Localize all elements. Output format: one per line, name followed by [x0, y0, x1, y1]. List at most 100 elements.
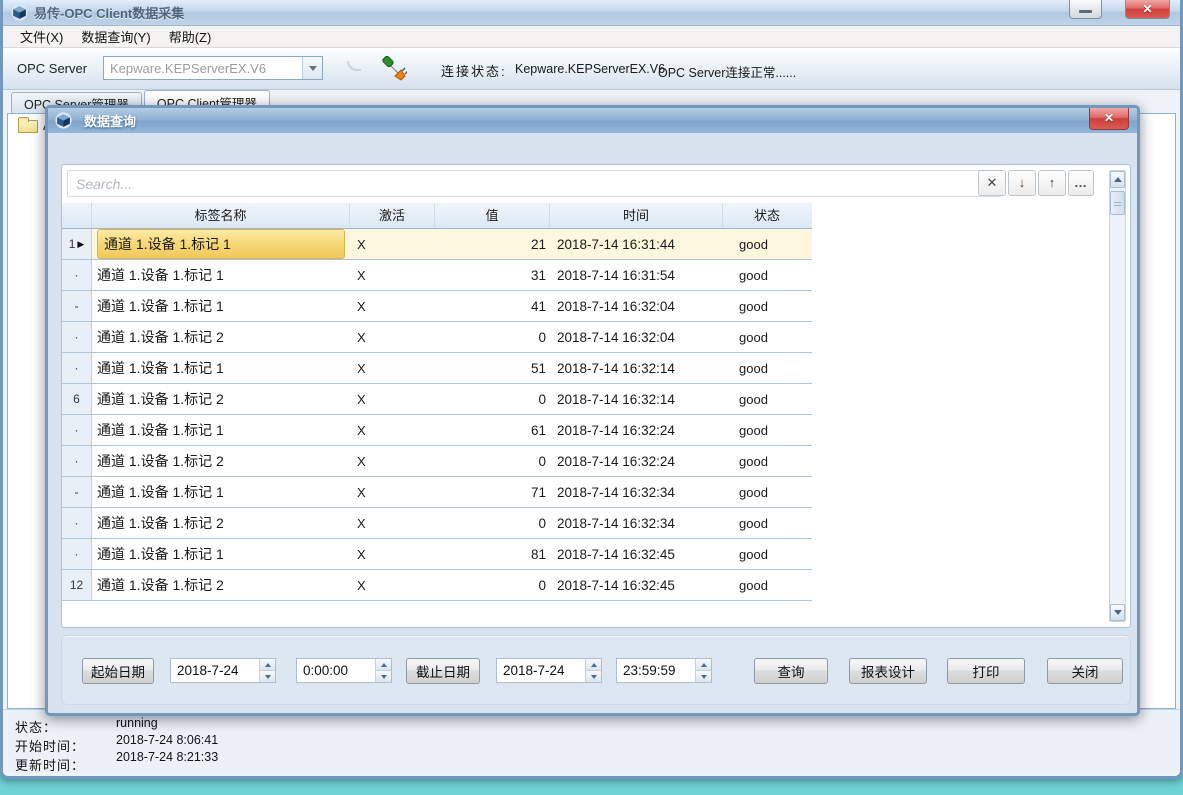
spinner-down-button[interactable]: [586, 671, 601, 682]
start-time-value: 0:00:00: [297, 659, 375, 682]
table-row[interactable]: ·通道 1.设备 1.标记 1X612018-7-14 16:32:24good: [62, 415, 812, 446]
table-row[interactable]: ·通道 1.设备 1.标记 2X02018-7-14 16:32:34good: [62, 508, 812, 539]
dialog-titlebar: 数据查询 ✕: [48, 108, 1137, 133]
query-button[interactable]: 查询: [754, 658, 828, 684]
table-row[interactable]: ·通道 1.设备 1.标记 2X02018-7-14 16:32:24good: [62, 446, 812, 477]
scrollbar-thumb[interactable]: [1110, 191, 1125, 215]
table-row[interactable]: 12通道 1.设备 1.标记 2X02018-7-14 16:32:45good: [62, 570, 812, 601]
spinner-up-button[interactable]: [376, 659, 391, 671]
minimize-button[interactable]: [1069, 0, 1102, 19]
tag-name-cell: 通道 1.设备 1.标记 1: [92, 420, 350, 440]
more-button[interactable]: …: [1068, 170, 1094, 196]
desktop: 易传-OPC Client数据采集 ✕ 文件(X) 数据查询(Y) 帮助(Z) …: [0, 0, 1183, 795]
search-input[interactable]: [67, 170, 1002, 197]
menu-file[interactable]: 文件(X): [11, 25, 72, 48]
end-date-button[interactable]: 截止日期: [406, 658, 480, 684]
move-up-button[interactable]: ↑: [1038, 170, 1066, 196]
row-number-cell: ·: [62, 260, 92, 290]
table-row[interactable]: ·通道 1.设备 1.标记 2X02018-7-14 16:32:04good: [62, 322, 812, 353]
row-number-cell: 6: [62, 384, 92, 414]
menu-data-query[interactable]: 数据查询(Y): [72, 25, 159, 48]
row-number-cell: ·: [62, 353, 92, 383]
tag-name-cell: 通道 1.设备 1.标记 1: [92, 296, 350, 316]
time-cell: 2018-7-14 16:32:14: [550, 392, 723, 407]
opc-server-select-value: Kepware.KEPServerEX.V6: [104, 61, 302, 76]
dialog-close-button[interactable]: ✕: [1089, 108, 1129, 130]
table-row[interactable]: -通道 1.设备 1.标记 1X712018-7-14 16:32:34good: [62, 477, 812, 508]
spinner-up-button[interactable]: [696, 659, 711, 671]
start-time-value: 2018-7-24 8:06:41: [116, 733, 218, 747]
row-number-cell: -: [62, 291, 92, 321]
active-cell: X: [350, 392, 435, 407]
spinner-up-icon: [381, 663, 387, 667]
value-cell: 41: [435, 299, 550, 314]
column-header-tag-name[interactable]: 标签名称: [92, 203, 350, 228]
status-label: 状态：: [15, 717, 57, 736]
scroll-up-button[interactable]: [1110, 171, 1125, 188]
time-cell: 2018-7-14 16:31:44: [550, 237, 723, 252]
start-time-label: 开始时间：: [15, 736, 85, 755]
start-date-field[interactable]: 2018-7-24: [170, 658, 276, 683]
refresh-icon: [347, 61, 361, 71]
time-cell: 2018-7-14 16:32:04: [550, 299, 723, 314]
column-header-time[interactable]: 时间: [550, 203, 723, 228]
table-row[interactable]: ·通道 1.设备 1.标记 1X512018-7-14 16:32:14good: [62, 353, 812, 384]
print-button[interactable]: 打印: [947, 658, 1025, 684]
table-row[interactable]: 1▶通道 1.设备 1.标记 1X212018-7-14 16:31:44goo…: [62, 229, 812, 260]
vertical-scrollbar[interactable]: [1109, 170, 1126, 622]
time-cell: 2018-7-14 16:32:45: [550, 578, 723, 593]
end-time-field[interactable]: 23:59:59: [616, 658, 712, 683]
clear-button[interactable]: ✕: [978, 170, 1006, 196]
tag-name-text: 通道 1.设备 1.标记 1: [97, 298, 224, 314]
spinner-down-icon: [701, 675, 707, 679]
time-cell: 2018-7-14 16:32:04: [550, 330, 723, 345]
scroll-down-button[interactable]: [1110, 604, 1125, 621]
column-header-value[interactable]: 值: [435, 203, 550, 228]
report-design-button[interactable]: 报表设计: [849, 658, 927, 684]
tag-name-text: 通道 1.设备 1.标记 2: [97, 391, 224, 407]
opc-server-select[interactable]: Kepware.KEPServerEX.V6: [103, 56, 323, 80]
close-icon: ✕: [1142, 2, 1152, 16]
main-titlebar: 易传-OPC Client数据采集 ✕: [3, 0, 1180, 26]
spinner-up-button[interactable]: [260, 659, 275, 671]
value-cell: 71: [435, 485, 550, 500]
connection-status-message: OPC Server连接正常......: [658, 62, 796, 81]
table-row[interactable]: 6通道 1.设备 1.标记 2X02018-7-14 16:32:14good: [62, 384, 812, 415]
menu-help[interactable]: 帮助(Z): [160, 25, 221, 48]
status-cell: good: [723, 547, 811, 562]
spinner-down-button[interactable]: [696, 671, 711, 682]
tag-name-text: 通道 1.设备 1.标记 2: [97, 329, 224, 345]
spinner-down-button[interactable]: [376, 671, 391, 682]
row-number-cell: ·: [62, 415, 92, 445]
current-row-marker-icon: ▶: [77, 239, 84, 250]
active-cell: X: [350, 578, 435, 593]
minimize-icon: [1079, 10, 1092, 13]
table-row[interactable]: -通道 1.设备 1.标记 1X412018-7-14 16:32:04good: [62, 291, 812, 322]
value-cell: 0: [435, 516, 550, 531]
spinner-down-button[interactable]: [260, 671, 275, 682]
status-bar: 状态： running 开始时间： 2018-7-24 8:06:41 更新时间…: [3, 709, 1180, 773]
start-date-value: 2018-7-24: [171, 659, 259, 682]
end-date-field[interactable]: 2018-7-24: [496, 658, 602, 683]
spinner-up-icon: [591, 663, 597, 667]
end-date-value: 2018-7-24: [497, 659, 585, 682]
start-time-field[interactable]: 0:00:00: [296, 658, 392, 683]
column-header-status[interactable]: 状态: [723, 203, 811, 228]
close-window-button[interactable]: ✕: [1125, 0, 1170, 19]
start-date-button[interactable]: 起始日期: [82, 658, 154, 684]
tag-name-cell: 通道 1.设备 1.标记 2: [92, 451, 350, 471]
move-down-button[interactable]: ↓: [1008, 170, 1036, 196]
tag-name-cell: 通道 1.设备 1.标记 2: [92, 513, 350, 533]
table-row[interactable]: ·通道 1.设备 1.标记 1X812018-7-14 16:32:45good: [62, 539, 812, 570]
spinner-up-button[interactable]: [586, 659, 601, 671]
active-cell: X: [350, 423, 435, 438]
tag-name-text: 通道 1.设备 1.标记 1: [97, 267, 224, 283]
column-header-active[interactable]: 激活: [350, 203, 435, 228]
status-cell: good: [723, 361, 811, 376]
time-cell: 2018-7-14 16:32:24: [550, 423, 723, 438]
table-row[interactable]: ·通道 1.设备 1.标记 1X312018-7-14 16:31:54good: [62, 260, 812, 291]
end-time-value: 23:59:59: [617, 659, 695, 682]
connection-status-label: 连接状态:: [441, 61, 507, 80]
close-dialog-button[interactable]: 关闭: [1047, 658, 1123, 684]
connect-icon[interactable]: [381, 56, 407, 82]
